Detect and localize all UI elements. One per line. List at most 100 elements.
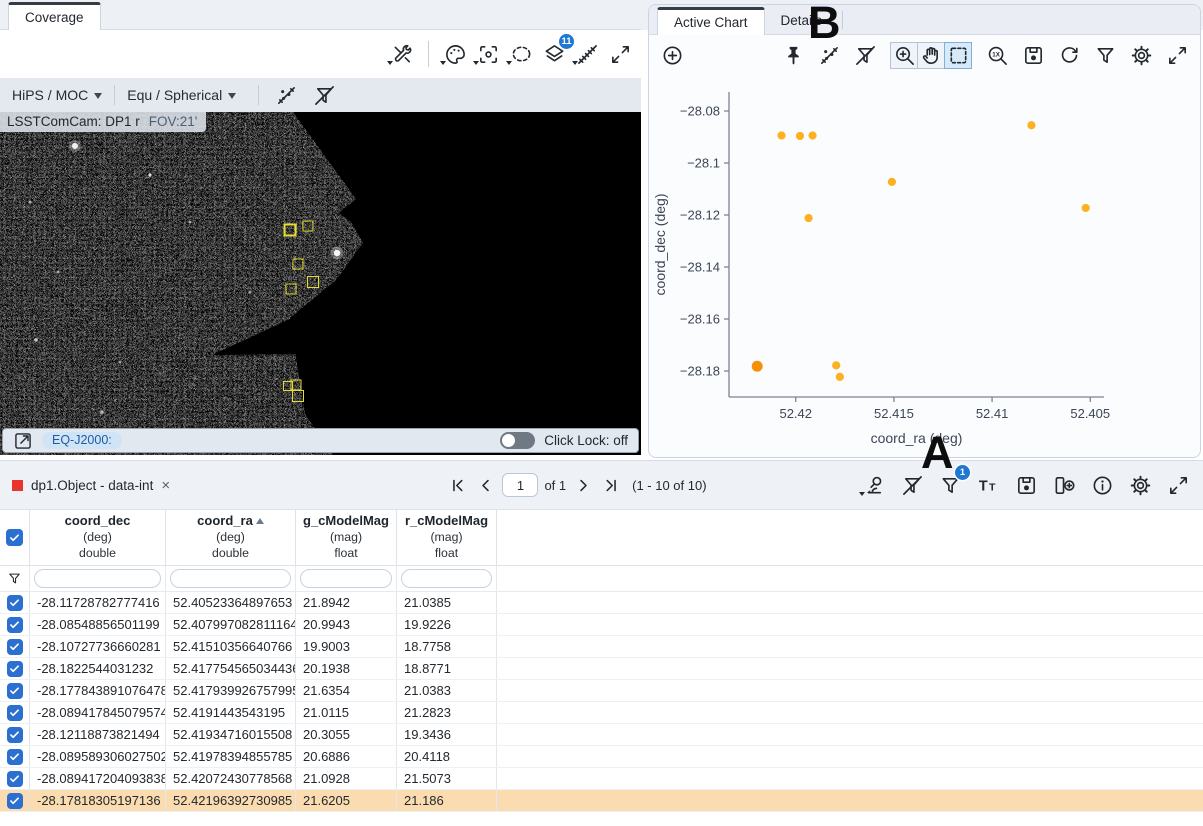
- table-row[interactable]: -28.177843891076478 52.417939926757995 21.…: [0, 680, 1203, 702]
- source-marker[interactable]: [307, 276, 319, 288]
- source-marker[interactable]: [292, 258, 304, 270]
- row-checkbox[interactable]: [6, 616, 23, 633]
- filter-icon[interactable]: 1: [937, 465, 970, 498]
- tab-details[interactable]: Details: [765, 7, 838, 34]
- data-point[interactable]: [1081, 203, 1090, 213]
- data-point[interactable]: [835, 372, 844, 381]
- table-row[interactable]: -28.12118873821494 52.41934716015508 20.30…: [0, 724, 1203, 746]
- filter-off-icon[interactable]: [899, 472, 925, 498]
- row-checkbox[interactable]: [6, 770, 23, 787]
- expand-icon[interactable]: [607, 41, 633, 67]
- projection-dropdown[interactable]: Equ / Spherical: [127, 87, 237, 103]
- table-tab[interactable]: dp1.Object - data-int ×: [12, 477, 292, 494]
- row-checkbox[interactable]: [6, 682, 23, 699]
- source-marker[interactable]: [302, 220, 314, 232]
- pan-hand-icon[interactable]: [917, 41, 945, 69]
- filter-input-coord_dec[interactable]: [34, 569, 161, 588]
- measure-off-icon[interactable]: [572, 41, 600, 67]
- click-lock-toggle[interactable]: [500, 432, 536, 449]
- table-row[interactable]: -28.11728782777416 52.40523364897653 21.89…: [0, 592, 1203, 614]
- column-header-coord_dec[interactable]: coord_dec (deg) double: [30, 510, 166, 565]
- table-row[interactable]: -28.089417204093838 52.42072430778568 21.0…: [0, 768, 1203, 790]
- row-checkbox[interactable]: [6, 638, 23, 655]
- data-point-selected[interactable]: [751, 360, 763, 372]
- save-icon[interactable]: [1013, 472, 1039, 498]
- close-icon[interactable]: ×: [161, 477, 170, 494]
- filter-off-icon[interactable]: [311, 82, 337, 108]
- data-point[interactable]: [795, 131, 805, 141]
- row-checkbox[interactable]: [6, 704, 23, 721]
- row-checkbox[interactable]: [6, 726, 23, 743]
- recenter-icon[interactable]: [473, 41, 501, 67]
- zoom-1x-icon[interactable]: 1X: [984, 42, 1010, 68]
- table-row[interactable]: -28.089589306027502 52.41978394855785 20.6…: [0, 746, 1203, 768]
- source-marker[interactable]: [290, 379, 302, 391]
- circle-plus-icon[interactable]: [659, 42, 685, 68]
- inspect-icon[interactable]: [859, 472, 887, 498]
- tab-coverage[interactable]: Coverage: [8, 2, 101, 30]
- filter-icon[interactable]: [1092, 42, 1118, 68]
- scatter-chart[interactable]: −28.08 −28.1 −28.12 −28.14 −28.16 −28.18 52.42…: [649, 75, 1200, 457]
- hips-moc-dropdown[interactable]: HiPS / MOC: [12, 87, 103, 103]
- data-point[interactable]: [832, 361, 841, 370]
- data-point[interactable]: [777, 131, 786, 140]
- expand-icon[interactable]: [1164, 42, 1190, 68]
- source-marker[interactable]: [285, 283, 297, 295]
- filter-input-r_cModelMag[interactable]: [401, 569, 492, 588]
- readout-bar: EQ-J2000: Click Lock: off: [2, 428, 639, 453]
- first-page-icon[interactable]: [446, 474, 468, 496]
- source-marker[interactable]: [283, 223, 297, 237]
- row-checkbox[interactable]: [6, 594, 23, 611]
- table-row[interactable]: -28.1822544031232 52.417754565034436 20.19…: [0, 658, 1203, 680]
- save-icon[interactable]: [1020, 42, 1046, 68]
- coverage-tabstrip: Coverage: [0, 0, 641, 30]
- marker-off-icon[interactable]: [273, 82, 299, 108]
- tools-icon[interactable]: [387, 41, 415, 67]
- text-view-icon[interactable]: TT: [975, 472, 1001, 498]
- add-column-icon[interactable]: [1051, 472, 1077, 498]
- zoom-in-icon[interactable]: [890, 41, 918, 69]
- column-header-coord_ra[interactable]: coord_ra (deg) double: [166, 510, 296, 565]
- pin-icon[interactable]: [780, 42, 806, 68]
- data-point[interactable]: [887, 177, 896, 187]
- data-point[interactable]: [804, 213, 813, 223]
- table-row[interactable]: -28.10727736660281 52.41510356640766 19.90…: [0, 636, 1203, 658]
- external-link-icon[interactable]: [13, 431, 33, 451]
- table-row[interactable]: -28.089417845079574 52.4191443543195 21.01…: [0, 702, 1203, 724]
- column-header-g_cModelMag[interactable]: g_cModelMag (mag) float: [296, 510, 397, 565]
- source-marker[interactable]: [292, 390, 304, 402]
- row-range-label: (1 - 10 of 10): [632, 477, 707, 493]
- filter-input-g_cModelMag[interactable]: [300, 569, 392, 588]
- last-page-icon[interactable]: [600, 474, 622, 496]
- next-page-icon[interactable]: [572, 474, 594, 496]
- prev-page-icon[interactable]: [474, 474, 496, 496]
- sky-image-view[interactable]: LSSTComCam: DP1 r FOV:21' EQ-J2000: Click…: [0, 112, 641, 455]
- lasso-icon[interactable]: [506, 41, 534, 67]
- table-cell: 21.0115: [296, 702, 397, 723]
- table-row[interactable]: -28.08548856501199 52.407997082811164 20.9…: [0, 614, 1203, 636]
- tab-active-chart[interactable]: Active Chart: [657, 7, 765, 35]
- restore-icon[interactable]: [1056, 42, 1082, 68]
- table-cell: 18.7758: [397, 636, 497, 657]
- row-checkbox[interactable]: [6, 660, 23, 677]
- data-point[interactable]: [808, 131, 817, 140]
- filter-cell: [166, 566, 296, 591]
- palette-icon[interactable]: [440, 41, 468, 67]
- select-all-checkbox[interactable]: [6, 529, 23, 546]
- row-checkbox[interactable]: [6, 792, 23, 809]
- filter-icon[interactable]: [6, 570, 24, 588]
- settings-icon[interactable]: [1127, 472, 1153, 498]
- column-header-r_cModelMag[interactable]: r_cModelMag (mag) float: [397, 510, 497, 565]
- table-row[interactable]: -28.17818305197136 52.42196392730985 21.62…: [0, 790, 1203, 812]
- select-area-icon[interactable]: [944, 41, 972, 69]
- marker-off-icon[interactable]: [816, 42, 842, 68]
- expand-icon[interactable]: [1165, 472, 1191, 498]
- data-point[interactable]: [1027, 121, 1036, 130]
- settings-icon[interactable]: [1128, 42, 1154, 68]
- page-input[interactable]: [502, 473, 539, 497]
- info-icon[interactable]: [1089, 472, 1115, 498]
- filter-input-coord_ra[interactable]: [170, 569, 291, 588]
- filter-off-icon[interactable]: [852, 42, 878, 68]
- layers-icon[interactable]: 11: [541, 34, 574, 67]
- row-checkbox[interactable]: [6, 748, 23, 765]
